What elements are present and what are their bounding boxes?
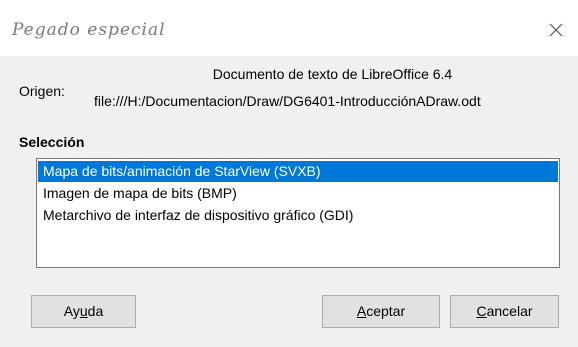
ok-button[interactable]: Aceptar [322,295,440,328]
paste-special-dialog: Pegado especial Origen: Documento de tex… [0,0,578,347]
list-item[interactable]: Imagen de mapa de bits (BMP) [38,183,558,204]
help-button-mnemonic: u [79,303,88,319]
cancel-button[interactable]: Cancelar [450,295,559,328]
help-button-label-pre: Ay [63,303,80,319]
list-item[interactable]: Mapa de bits/animación de StarView (SVXB… [38,161,558,182]
ok-button-mnemonic: A [356,303,367,319]
help-button[interactable]: Ayuda [31,295,136,328]
help-button-label-post: da [87,303,104,319]
list-item[interactable]: Metarchivo de interfaz de dispositivo gr… [38,205,558,226]
cancel-button-mnemonic: C [476,303,487,319]
dialog-title: Pegado especial [12,20,166,40]
title-bar: Pegado especial [0,0,578,56]
selection-heading: Selección [19,134,85,150]
ok-button-label-post: ceptar [366,303,406,319]
origin-label: Origen: [19,83,65,99]
format-listbox[interactable]: Mapa de bits/animación de StarView (SVXB… [36,158,560,268]
close-icon[interactable] [544,18,568,42]
origin-document-type: Documento de texto de LibreOffice 6.4 [212,66,453,82]
origin-file-path: file:///H:/Documentacion/Draw/DG6401-Int… [94,93,481,109]
cancel-button-label-post: ancelar [486,303,533,319]
